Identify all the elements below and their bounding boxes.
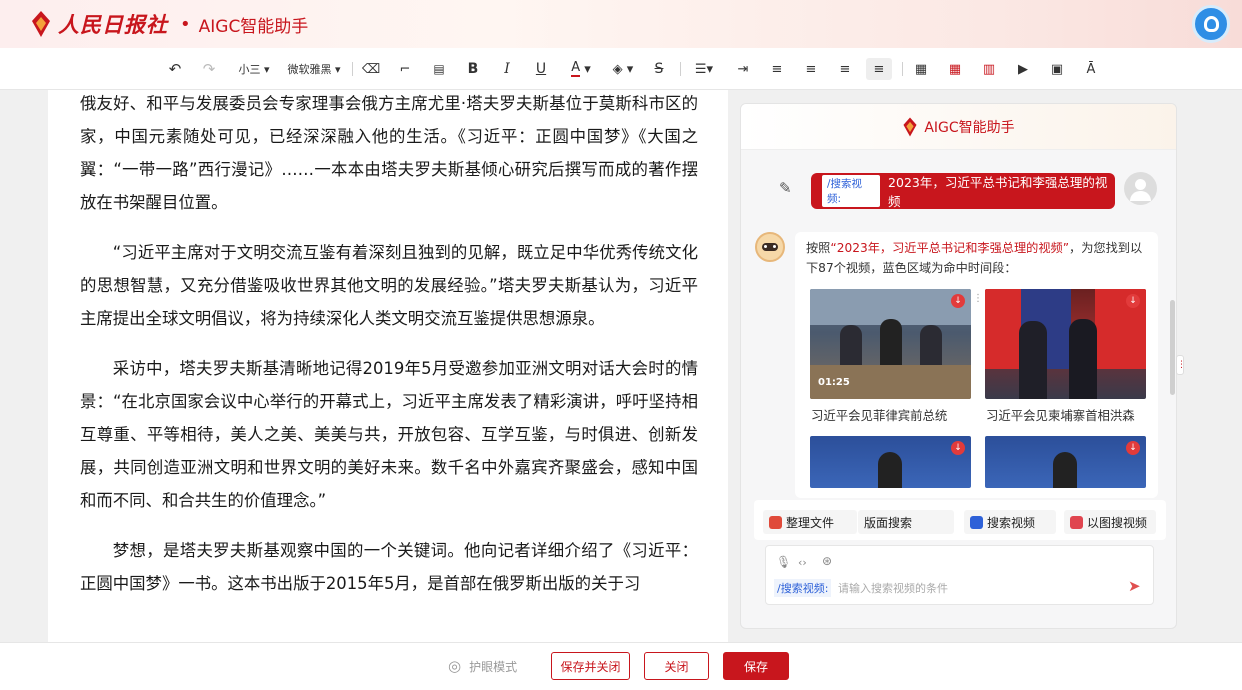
highlight-color-icon[interactable]: ◈ ▾: [608, 58, 638, 80]
bold-icon[interactable]: B: [464, 58, 482, 80]
format-painter-icon[interactable]: ⌐: [396, 58, 414, 80]
doc-paragraph: 梦想，是塔夫罗夫斯基观察中国的一个关键词。他向记者详细介绍了《习近平：正圆中国梦…: [80, 541, 698, 593]
doc-paragraph: 采访中，塔夫罗夫斯基清晰地记得2019年5月受邀参加亚洲文明对话大会时的情景：“…: [80, 359, 698, 510]
download-icon[interactable]: ↓: [951, 441, 965, 455]
eye-mode-toggle[interactable]: ◎ 护眼模式: [448, 657, 517, 675]
download-icon[interactable]: ↓: [951, 294, 965, 308]
doc-paragraph: 俄友好、和平与发展委员会专家理事会俄方主席尤里·塔夫罗夫斯基位于莫斯科市区的家，…: [80, 94, 698, 212]
search-video-button[interactable]: 搜索视频: [964, 510, 1056, 534]
quick-actions: 整理文件 版面搜索 搜索视频 以图搜视频: [754, 500, 1166, 540]
align-right-icon[interactable]: ≡: [836, 58, 854, 80]
image-icon[interactable]: ▣: [1048, 58, 1066, 80]
strikethrough-icon[interactable]: S: [650, 58, 668, 80]
panel-resize-handle[interactable]: ⋮: [1176, 355, 1186, 375]
close-button[interactable]: 关闭: [644, 652, 709, 680]
font-color-icon[interactable]: A ▾: [566, 58, 596, 80]
underline-icon[interactable]: U: [532, 58, 550, 80]
people-daily-logo-icon: [32, 11, 50, 37]
assistant-header: AIGC智能助手: [741, 104, 1176, 150]
action-label: 整理文件: [786, 515, 835, 530]
document-editor[interactable]: 俄友好、和平与发展委员会专家理事会俄方主席尤里·塔夫罗夫斯基位于莫斯科市区的家，…: [48, 90, 728, 642]
image-search-icon: [1070, 515, 1083, 529]
action-label: 搜索视频: [987, 515, 1036, 530]
redo-icon[interactable]: ↷: [200, 58, 218, 80]
video-thumbnail[interactable]: ↓: [810, 436, 971, 488]
line-spacing-icon[interactable]: ☰▾: [690, 58, 718, 80]
user-avatar-small: [1124, 172, 1157, 205]
action-label: 版面搜索: [864, 515, 913, 530]
video-thumbnail[interactable]: 01:25 ↓: [810, 289, 971, 399]
font-size-value: 小三: [238, 63, 261, 76]
query-text: 2023年，习近平总书记和李强总理的视频: [888, 175, 1108, 209]
save-button[interactable]: 保存: [723, 652, 789, 680]
edit-icon[interactable]: ✎: [779, 179, 792, 197]
image-search-video-button[interactable]: 以图搜视频: [1064, 510, 1156, 534]
video-caption: 习近平会见柬埔寨首相洪森: [986, 408, 1135, 423]
brand-name: 人民日报社: [58, 12, 168, 37]
justify-icon[interactable]: ≡: [866, 58, 892, 80]
assistant-title: AIGC智能助手: [924, 119, 1015, 136]
brand: 人民日报社 • AIGC智能助手: [30, 8, 308, 40]
answer-prefix: 按照: [806, 241, 831, 255]
paste-icon[interactable]: ▤: [430, 58, 448, 80]
microphone-icon[interactable]: 🎙: [776, 555, 791, 569]
answer-quote: “2023年，习近平总书记和李强总理的视频”: [830, 241, 1070, 255]
code-icon[interactable]: ‹›: [798, 556, 807, 569]
video-duration: 01:25: [818, 377, 850, 388]
undo-icon[interactable]: ↶: [166, 58, 184, 80]
eye-mode-label: 护眼模式: [469, 659, 518, 674]
font-family-value: 微软雅黑: [287, 63, 332, 76]
font-family-select[interactable]: 微软雅黑 ▾: [284, 58, 344, 80]
action-label: 以图搜视频: [1087, 515, 1148, 530]
text-format-icon[interactable]: Ā: [1082, 58, 1100, 80]
top-bar: 人民日报社 • AIGC智能助手: [0, 0, 1242, 48]
video-caption: 习近平会见菲律宾前总统: [811, 408, 948, 423]
eye-off-icon: ◎: [448, 657, 462, 675]
organize-files-button[interactable]: 整理文件: [763, 510, 857, 534]
editor-toolbar: ↶ ↷ 小三 ▾ 微软雅黑 ▾ ⌫ ⌐ ▤ B I U A ▾ ◈ ▾ S ☰▾…: [0, 48, 1242, 90]
file-icon: [769, 515, 782, 529]
video-thumbnail[interactable]: ↓: [985, 289, 1146, 399]
bottom-bar: ◎ 护眼模式 保存并关闭 关闭 保存: [0, 642, 1242, 690]
italic-icon[interactable]: I: [498, 58, 516, 80]
align-left-icon[interactable]: ≡: [768, 58, 786, 80]
user-query-bubble: /搜索视频: 2023年，习近平总书记和李强总理的视频: [811, 173, 1115, 209]
settings-icon[interactable]: ⊛: [822, 554, 832, 568]
user-avatar[interactable]: [1192, 5, 1230, 43]
download-icon[interactable]: ↓: [1126, 294, 1140, 308]
brand-separator: •: [180, 13, 191, 35]
eraser-icon[interactable]: ⌫: [362, 58, 380, 80]
indent-icon[interactable]: ⇥: [734, 58, 752, 80]
app-title: AIGC智能助手: [198, 16, 309, 37]
toolbar-divider: [680, 62, 681, 76]
user-icon: [1204, 16, 1219, 32]
toolbar-divider: [902, 62, 903, 76]
align-center-icon[interactable]: ≡: [802, 58, 820, 80]
query-tag: /搜索视频:: [822, 175, 881, 207]
layout-search-button[interactable]: 版面搜索: [858, 510, 954, 534]
video-search-icon: [970, 515, 983, 529]
bot-avatar-icon: [755, 232, 785, 262]
input-tag: /搜索视频:: [774, 579, 832, 597]
table-insert-col-icon[interactable]: ▥: [980, 58, 998, 80]
toolbar-divider: [352, 62, 353, 76]
table-icon[interactable]: ▦: [912, 58, 930, 80]
table-insert-row-icon[interactable]: ▦: [946, 58, 964, 80]
font-size-select[interactable]: 小三 ▾: [232, 58, 276, 80]
panel-scrollbar[interactable]: [1170, 300, 1175, 395]
chat-input-box[interactable]: 🎙 ‹› ⊛ /搜索视频: 请输入搜索视频的条件 ➤: [765, 545, 1154, 605]
answer-text: 按照“2023年，习近平总书记和李强总理的视频”，为您找到以下87个视频，蓝色区…: [806, 238, 1147, 278]
video-icon[interactable]: ▶: [1014, 58, 1032, 80]
doc-paragraph: “习近平主席对于文明交流互鉴有着深刻且独到的见解，既立足中华优秀传统文化的思想智…: [80, 243, 698, 328]
video-thumbnail[interactable]: ↓: [985, 436, 1146, 488]
people-daily-logo-icon: [903, 117, 917, 136]
input-placeholder[interactable]: 请输入搜索视频的条件: [838, 580, 948, 596]
send-icon[interactable]: ➤: [1128, 577, 1141, 595]
download-icon[interactable]: ↓: [1126, 441, 1140, 455]
save-and-close-button[interactable]: 保存并关闭: [551, 652, 630, 680]
